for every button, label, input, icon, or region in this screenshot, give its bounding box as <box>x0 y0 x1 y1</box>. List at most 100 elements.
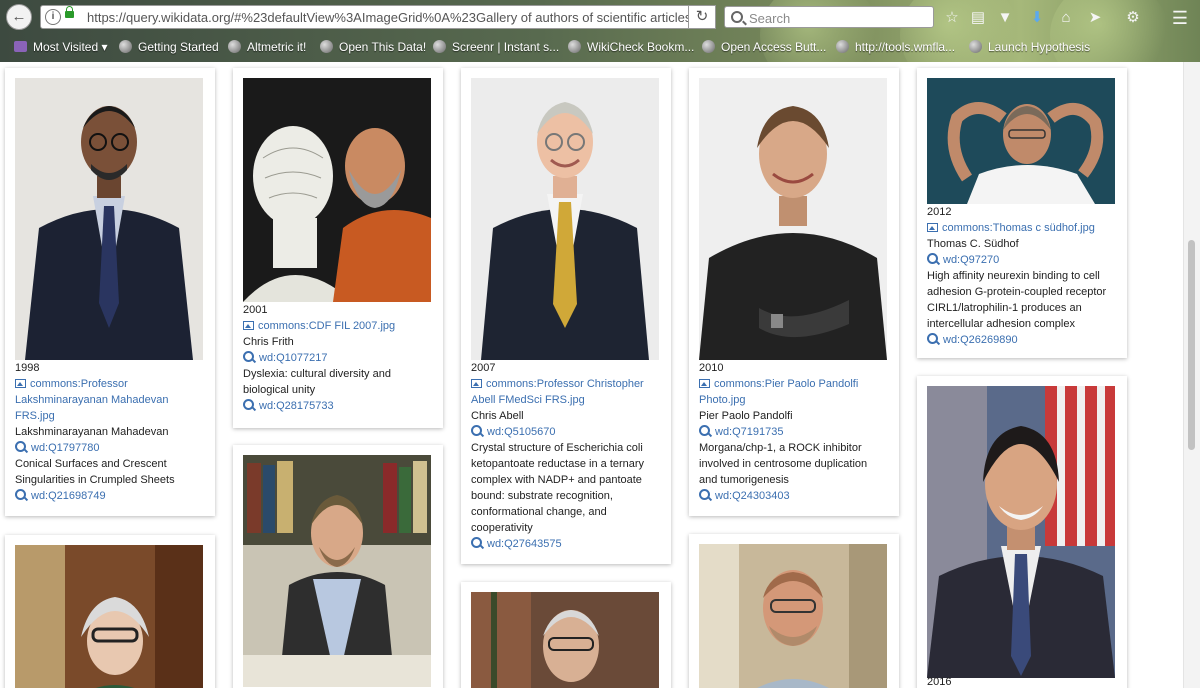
article-title: High affinity neurexin binding to cell a… <box>927 268 1106 332</box>
bookmark-open-this-data[interactable]: Open This Data! <box>320 40 426 54</box>
article-title-line: cooperativity <box>471 522 533 534</box>
author-photo[interactable] <box>15 545 203 688</box>
image-link-text: commons:Professor <box>30 378 128 390</box>
author-photo[interactable] <box>699 78 887 360</box>
bookmark-screenr[interactable]: Screenr | Instant s... <box>433 40 559 54</box>
image-link[interactable]: commons:Pier Paolo Pandolfi Photo.jpg <box>699 376 867 408</box>
url-text[interactable]: https://query.wikidata.org/#%23defaultVi… <box>87 10 712 25</box>
home-icon[interactable]: ⌂ <box>1057 9 1075 27</box>
author-photo[interactable] <box>927 78 1115 204</box>
image-link-text: Photo.jpg <box>699 394 746 406</box>
author-name: Chris Abell <box>471 410 524 422</box>
image-icon <box>699 379 710 388</box>
search-icon <box>731 11 743 23</box>
gallery-card <box>5 535 215 688</box>
search-icon <box>471 425 482 436</box>
back-button[interactable]: ← <box>6 4 32 30</box>
star-icon[interactable]: ☆ <box>943 9 961 27</box>
article-title: Morgana/chp-1, a ROCK inhibitor involved… <box>699 440 867 488</box>
author-photo[interactable] <box>243 78 431 302</box>
author-photo[interactable] <box>471 592 659 688</box>
bookmark-wikicheck[interactable]: WikiCheck Bookm... <box>568 40 694 54</box>
author-qid-link[interactable]: wd:Q1077217 <box>243 350 395 366</box>
send-icon[interactable]: ➤ <box>1086 9 1104 27</box>
author-qid-link[interactable]: wd:Q5105670 <box>471 424 644 440</box>
gallery-card <box>233 445 443 688</box>
image-link[interactable]: commons:Professor Lakshminarayanan Mahade… <box>15 376 175 424</box>
image-link[interactable]: commons:CDF FIL 2007.jpg <box>243 318 395 334</box>
bookmark-label: Launch Hypothesis <box>988 40 1091 54</box>
bookmark-label: Getting Started <box>138 40 219 54</box>
image-link-text: FRS.jpg <box>15 410 55 422</box>
article-title: Dyslexia: cultural diversity and biologic… <box>243 366 395 398</box>
article-qid-link[interactable]: wd:Q27643575 <box>471 536 644 552</box>
reading-list-icon[interactable]: ▤ <box>969 9 987 27</box>
author-qid: wd:Q5105670 <box>487 426 556 438</box>
article-qid-link[interactable]: wd:Q21698749 <box>15 488 175 504</box>
bookmark-label: Altmetric it! <box>247 40 307 54</box>
gallery-card: 2007 commons:Professor Christopher Abell … <box>461 68 671 564</box>
article-qid-link[interactable]: wd:Q24303403 <box>699 488 867 504</box>
scrollbar-thumb[interactable] <box>1188 240 1195 450</box>
image-grid: 1998 commons:Professor Lakshminarayanan M… <box>0 62 1184 688</box>
image-link[interactable]: commons:Thomas c südhof.jpg <box>927 220 1106 236</box>
author-qid: wd:Q1797780 <box>31 442 100 454</box>
bookmark-label: WikiCheck Bookm... <box>587 40 695 54</box>
browser-toolbar: ← i https://query.wikidata.org/#%23defau… <box>0 0 1200 62</box>
bookmark-altmetric[interactable]: Altmetric it! <box>228 40 306 54</box>
page-scrollbar[interactable] <box>1183 62 1200 688</box>
article-title-line: biological unity <box>243 384 316 396</box>
globe-icon <box>433 40 446 53</box>
author-qid-link[interactable]: wd:Q7191735 <box>699 424 867 440</box>
reload-button[interactable]: ↻ <box>688 5 716 29</box>
card-caption: 2010 commons:Pier Paolo Pandolfi Photo.jp… <box>699 360 867 504</box>
card-caption: 2016 <box>927 674 951 688</box>
bookmark-launch-hypothesis[interactable]: Launch Hypothesis <box>969 40 1090 54</box>
pocket-icon[interactable]: ▼ <box>996 9 1014 27</box>
article-qid: wd:Q21698749 <box>31 490 106 502</box>
gallery-card: 2016 <box>917 376 1127 688</box>
menu-icon[interactable]: ☰ <box>1171 9 1189 27</box>
folder-icon <box>14 41 27 52</box>
url-bar[interactable]: i https://query.wikidata.org/#%23default… <box>40 5 716 29</box>
download-icon[interactable]: ⬇ <box>1028 9 1046 27</box>
article-title: Conical Surfaces and Crescent Singulariti… <box>15 456 175 488</box>
search-icon <box>471 537 482 548</box>
search-icon <box>15 441 26 452</box>
image-link[interactable]: commons:Professor Christopher Abell FMedS… <box>471 376 644 408</box>
author-qid-link[interactable]: wd:Q97270 <box>927 252 1106 268</box>
article-title-line: intercellular adhesion complex <box>927 318 1075 330</box>
author-photo[interactable] <box>471 78 659 360</box>
search-icon <box>243 399 254 410</box>
card-caption: 1998 commons:Professor Lakshminarayanan M… <box>15 360 175 504</box>
image-link-text: commons:Thomas c südhof.jpg <box>942 222 1095 234</box>
bookmark-getting-started[interactable]: Getting Started <box>119 40 219 54</box>
author-photo[interactable] <box>927 386 1115 678</box>
globe-icon <box>568 40 581 53</box>
image-link-text: commons:Professor Christopher <box>486 378 644 390</box>
author-qid-link[interactable]: wd:Q1797780 <box>15 440 175 456</box>
article-qid-link[interactable]: wd:Q26269890 <box>927 332 1106 348</box>
bookmark-label: Open This Data! <box>339 40 427 54</box>
bookmark-open-access[interactable]: Open Access Butt... <box>702 40 826 54</box>
article-qid: wd:Q24303403 <box>715 490 790 502</box>
bookmark-tools-wmflabs[interactable]: http://tools.wmfla... <box>836 40 955 54</box>
search-icon <box>699 489 710 500</box>
gallery-card: 2012 commons:Thomas c südhof.jpg Thomas … <box>917 68 1127 358</box>
article-title-line: Crystal structure of Escherichia coli <box>471 442 643 454</box>
bookmarks-bar: Most Visited ▾ Getting Started Altmetric… <box>0 36 1200 60</box>
search-icon <box>927 333 938 344</box>
article-title: Crystal structure of Escherichia coli ke… <box>471 440 644 536</box>
author-photo[interactable] <box>243 455 431 687</box>
author-photo[interactable] <box>15 78 203 360</box>
extension-icon[interactable]: ⚙ <box>1124 9 1142 27</box>
info-icon[interactable]: i <box>45 9 61 25</box>
search-input[interactable]: Search <box>724 6 934 28</box>
article-qid: wd:Q28175733 <box>259 400 334 412</box>
author-photo[interactable] <box>699 544 887 688</box>
bookmark-label: Open Access Butt... <box>721 40 827 54</box>
article-qid-link[interactable]: wd:Q28175733 <box>243 398 395 414</box>
year: 1998 <box>15 362 40 374</box>
bookmark-most-visited[interactable]: Most Visited ▾ <box>14 40 108 54</box>
year: 2012 <box>927 206 952 218</box>
